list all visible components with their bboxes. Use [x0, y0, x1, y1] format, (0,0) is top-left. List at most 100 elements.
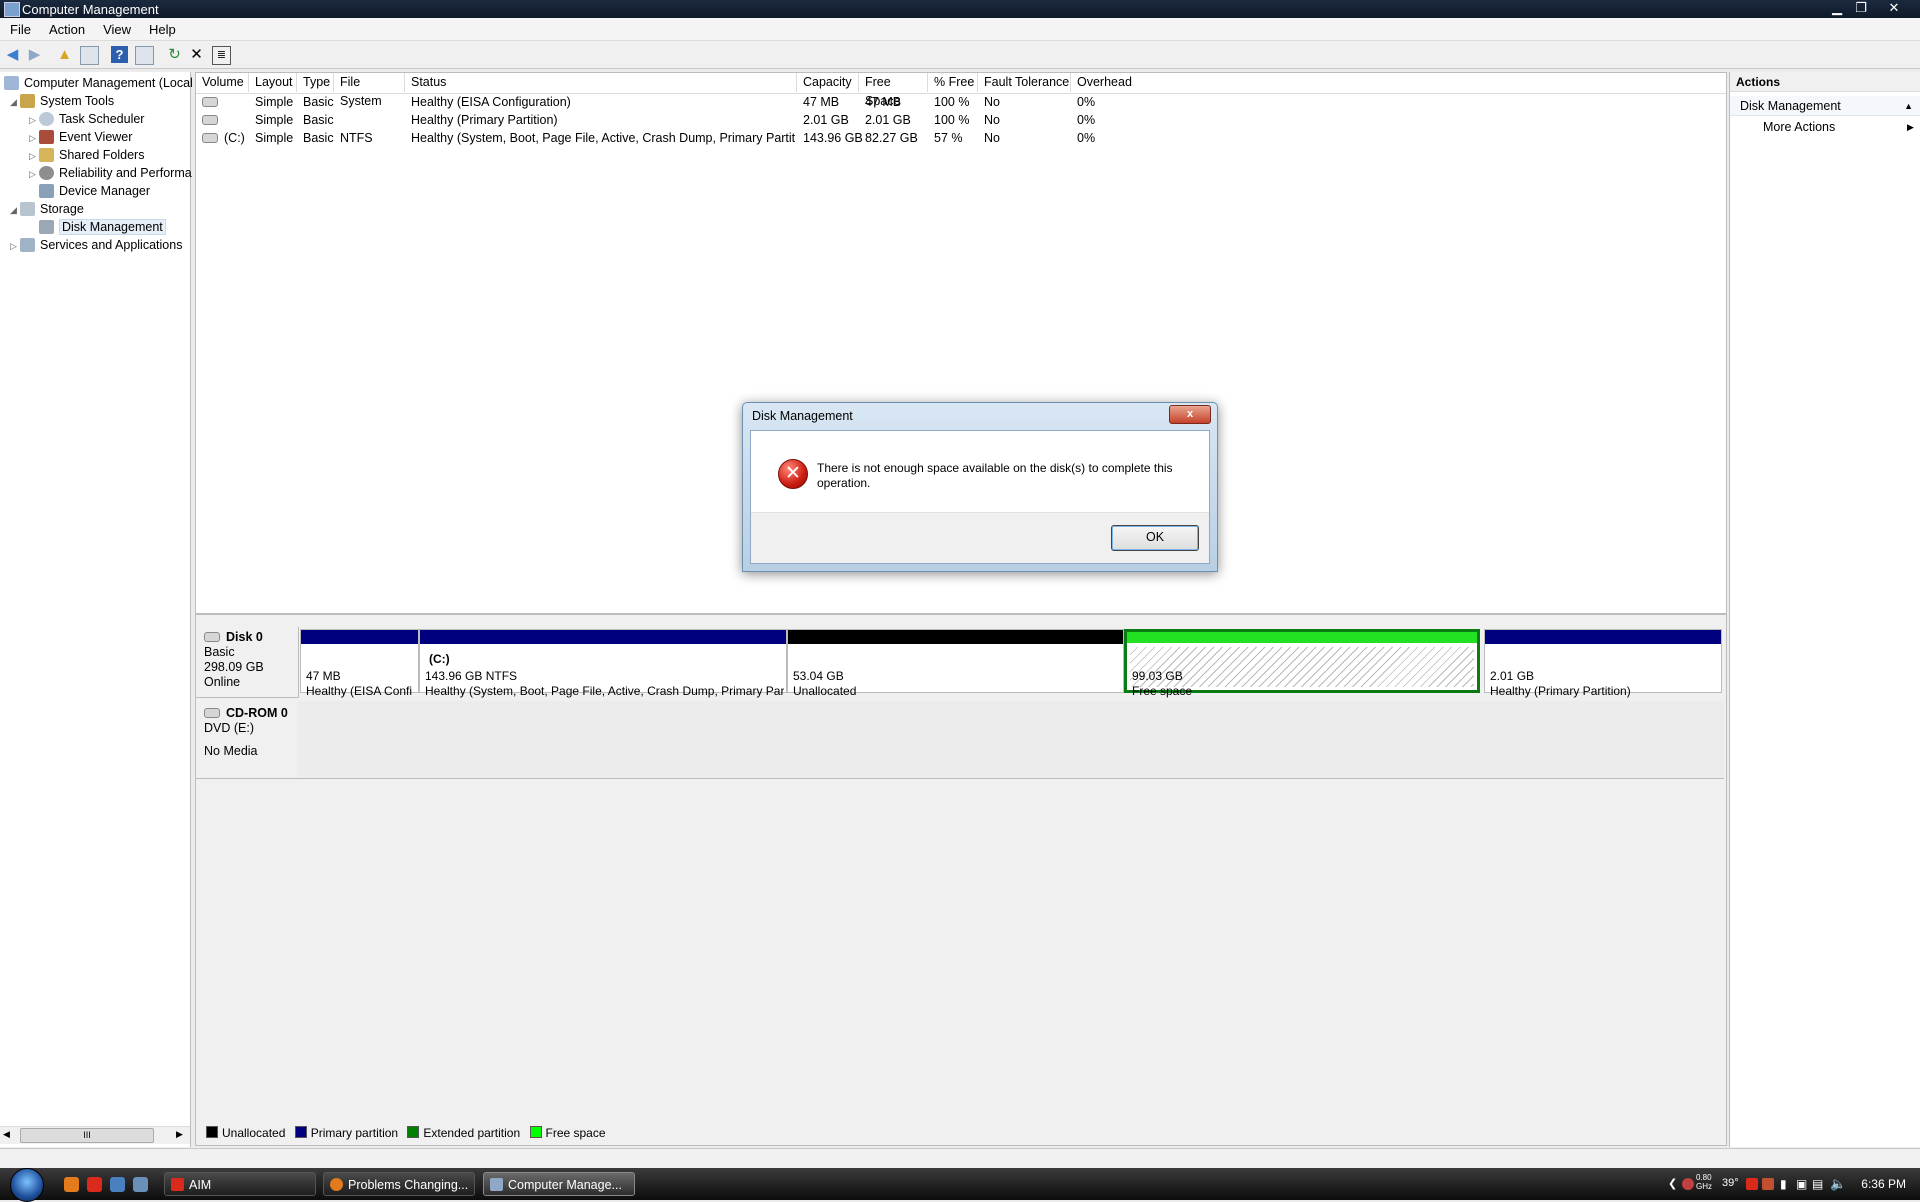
- table-row[interactable]: Simple Basic Healthy (Primary Partition)…: [196, 111, 1726, 129]
- help-icon[interactable]: ?: [111, 46, 128, 63]
- ok-button[interactable]: OK: [1111, 525, 1199, 551]
- delete-icon[interactable]: ✕: [188, 46, 205, 63]
- up-folder-icon[interactable]: ▲: [56, 46, 73, 63]
- system-tray: ❮ 0.80 GHz 39° ▮ ▣ ▤ 🔈 6:36 PM: [1660, 1168, 1920, 1200]
- expand-arrow-icon[interactable]: ▷: [29, 111, 39, 129]
- tree-item-computer-management[interactable]: Computer Management (Local: [4, 74, 193, 92]
- show-desktop-icon[interactable]: [110, 1177, 125, 1192]
- cpu-meter-icon[interactable]: [1682, 1178, 1694, 1190]
- partition-bar: [301, 630, 418, 644]
- table-row[interactable]: (C:) Simple Basic NTFS Healthy (System, …: [196, 129, 1726, 147]
- collapse-arrow-icon[interactable]: ◢: [10, 93, 20, 111]
- column-volume[interactable]: Volume: [196, 73, 249, 92]
- menu-file[interactable]: File: [0, 18, 39, 37]
- dialog-close-button[interactable]: x: [1169, 405, 1211, 424]
- tree-item-system-tools[interactable]: ◢ System Tools: [10, 92, 114, 110]
- switch-windows-icon[interactable]: [133, 1177, 148, 1192]
- scroll-left-icon[interactable]: ◀: [3, 1129, 10, 1140]
- scroll-right-icon[interactable]: ▶: [176, 1129, 183, 1140]
- show-hide-tree-icon[interactable]: [80, 46, 99, 65]
- cd-drive-icon: [204, 708, 220, 718]
- scroll-thumb[interactable]: III: [20, 1128, 154, 1143]
- start-button[interactable]: [10, 1168, 44, 1202]
- title-bar: Computer Management ▁ ❐ ✕: [0, 0, 1920, 18]
- cell-capacity: 47 MB: [803, 95, 840, 109]
- tree-label: Event Viewer: [59, 130, 133, 144]
- expand-arrow-icon[interactable]: ▷: [29, 147, 39, 165]
- volume-icon[interactable]: 🔈: [1830, 1176, 1846, 1192]
- partition-unallocated[interactable]: 53.04 GB Unallocated: [787, 629, 1124, 698]
- tree-item-disk-management[interactable]: Disk Management: [39, 218, 166, 236]
- partition-c[interactable]: (C:) 143.96 GB NTFS Healthy (System, Boo…: [419, 629, 787, 698]
- tree-horizontal-scrollbar[interactable]: ◀ III ▶: [0, 1126, 190, 1144]
- tree-label: Services and Applications: [40, 238, 183, 252]
- menu-view[interactable]: View: [93, 18, 139, 37]
- column-file-system[interactable]: File System: [334, 73, 405, 108]
- show-hidden-icons-icon[interactable]: ❮: [1668, 1177, 1677, 1190]
- tree-item-storage[interactable]: ◢ Storage: [10, 200, 84, 218]
- column-layout[interactable]: Layout: [249, 73, 297, 92]
- network-status-icon[interactable]: ▤: [1812, 1177, 1823, 1191]
- legend-swatch: [294, 1126, 307, 1138]
- minimize-button[interactable]: ▁: [1824, 0, 1850, 16]
- clock[interactable]: 6:36 PM: [1861, 1177, 1906, 1191]
- column-percent-free[interactable]: % Free: [928, 73, 978, 92]
- expand-arrow-icon[interactable]: ▷: [29, 129, 39, 147]
- tree-item-services-and-applications[interactable]: ▷ Services and Applications: [10, 236, 182, 254]
- refresh-icon[interactable]: ↻: [166, 46, 183, 63]
- disk-0-info[interactable]: Disk 0 Basic 298.09 GB Online: [196, 627, 299, 698]
- cell-overhead: 0%: [1077, 113, 1096, 127]
- taskbar-item-firefox[interactable]: Problems Changing...: [323, 1172, 475, 1196]
- menu-help[interactable]: Help: [139, 18, 184, 37]
- clock-icon: [39, 112, 54, 126]
- maximize-button[interactable]: ❐: [1848, 0, 1874, 16]
- tree-item-device-manager[interactable]: Device Manager: [39, 182, 150, 200]
- back-icon[interactable]: ◀: [4, 46, 21, 63]
- tree-item-shared-folders[interactable]: ▷ Shared Folders: [29, 146, 144, 164]
- cdrom-0-info[interactable]: CD-ROM 0 DVD (E:) No Media: [196, 701, 299, 779]
- collapse-arrow-icon[interactable]: ◢: [10, 201, 20, 219]
- column-fault-tolerance[interactable]: Fault Tolerance: [978, 73, 1071, 92]
- cell-status: Healthy (System, Boot, Page File, Active…: [411, 131, 795, 145]
- column-capacity[interactable]: Capacity: [797, 73, 859, 92]
- cell-free-space: 82.27 GB: [865, 131, 918, 145]
- submenu-arrow-icon[interactable]: ▶: [1907, 122, 1914, 133]
- menu-bar: File Action View Help: [0, 18, 1920, 41]
- partition-status: Unallocated: [793, 684, 857, 698]
- table-row[interactable]: Simple Basic Healthy (EISA Configuration…: [196, 93, 1726, 111]
- properties-icon[interactable]: ≣: [212, 46, 231, 65]
- menu-action[interactable]: Action: [39, 18, 93, 37]
- partition-status: Healthy (Primary Partition): [1490, 684, 1631, 698]
- close-window-button[interactable]: ✕: [1881, 0, 1907, 16]
- tree-item-reliability[interactable]: ▷ Reliability and Performa: [29, 164, 192, 182]
- column-type[interactable]: Type: [297, 73, 334, 92]
- network-icon[interactable]: ▣: [1796, 1177, 1807, 1191]
- collapse-arrow-icon[interactable]: ▲: [1904, 96, 1913, 116]
- drive-tray-icon[interactable]: ▮: [1780, 1177, 1787, 1191]
- aim-tray-icon[interactable]: [1746, 1178, 1758, 1190]
- app-tray-icon[interactable]: [1762, 1178, 1774, 1190]
- column-overhead[interactable]: Overhead: [1071, 73, 1726, 92]
- firefox-icon[interactable]: [64, 1177, 79, 1192]
- partition-primary[interactable]: 2.01 GB Healthy (Primary Partition): [1484, 629, 1722, 698]
- cell-type: Basic: [303, 131, 334, 145]
- cell-free-space: 47 MB: [865, 95, 902, 109]
- cdrom-0-area[interactable]: [298, 701, 1724, 779]
- more-actions-item[interactable]: More Actions: [1763, 120, 1835, 134]
- tree-item-task-scheduler[interactable]: ▷ Task Scheduler: [29, 110, 144, 128]
- forward-icon[interactable]: ▶: [26, 46, 43, 63]
- aim-icon[interactable]: [87, 1177, 102, 1192]
- tree-item-event-viewer[interactable]: ▷ Event Viewer: [29, 128, 132, 146]
- expand-arrow-icon[interactable]: ▷: [29, 165, 39, 183]
- taskbar-item-aim[interactable]: AIM: [164, 1172, 316, 1196]
- column-free-space[interactable]: Free Space: [859, 73, 928, 108]
- partition-free-space[interactable]: 99.03 GB Free space: [1124, 629, 1480, 698]
- taskbar-item-computer-management[interactable]: Computer Manage...: [483, 1172, 635, 1196]
- actions-section-disk-management[interactable]: Disk Management ▲: [1730, 96, 1920, 116]
- partition-eisa[interactable]: 47 MB Healthy (EISA Confi: [300, 629, 419, 698]
- expand-arrow-icon[interactable]: ▷: [10, 237, 20, 255]
- partition-size: 143.96 GB NTFS: [425, 669, 518, 683]
- legend: Unallocated Primary partition Extended p…: [200, 1126, 606, 1140]
- show-hide-action-pane-icon[interactable]: [135, 46, 154, 65]
- column-status[interactable]: Status: [405, 73, 797, 92]
